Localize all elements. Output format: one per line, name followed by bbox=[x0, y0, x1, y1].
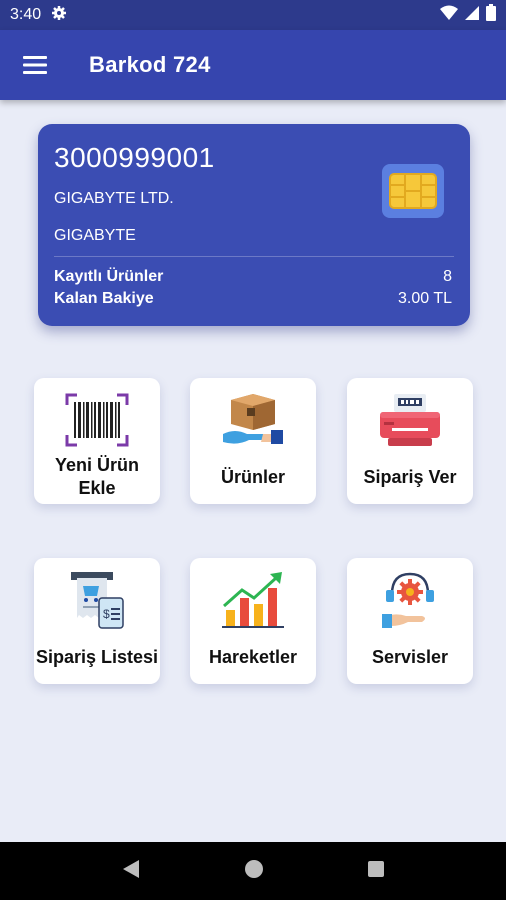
wifi-icon bbox=[440, 5, 458, 26]
balance-value: 3.00 TL bbox=[398, 290, 452, 307]
tile-place-order[interactable]: Sipariş Ver bbox=[347, 378, 473, 504]
recents-icon[interactable] bbox=[367, 860, 385, 883]
tile-services-label: Servisler bbox=[371, 646, 449, 667]
registered-products-label: Kayıtlı Ürünler bbox=[54, 268, 164, 285]
registered-products-value: 8 bbox=[443, 268, 452, 285]
system-nav-bar bbox=[0, 842, 506, 900]
tile-place-order-label: Sipariş Ver bbox=[363, 466, 457, 487]
account-number: 3000999001 bbox=[54, 142, 215, 173]
status-bar: 3:40 bbox=[0, 0, 506, 30]
tile-order-list[interactable]: $ Sipariş Listesi bbox=[34, 558, 160, 684]
tile-services[interactable]: Servisler bbox=[347, 558, 473, 684]
battery-icon bbox=[486, 4, 496, 26]
brand-name: GIGABYTE bbox=[54, 227, 136, 244]
status-time: 3:40 bbox=[10, 6, 42, 23]
receipt-cart-icon: $ bbox=[65, 570, 129, 630]
home-icon[interactable] bbox=[244, 859, 264, 884]
service-gear-icon bbox=[378, 570, 442, 630]
signal-icon bbox=[464, 5, 480, 26]
barcode-scan-icon bbox=[65, 390, 129, 450]
sim-chip-icon bbox=[382, 164, 444, 218]
box-in-hand-icon bbox=[221, 390, 285, 450]
hamburger-icon bbox=[23, 56, 47, 74]
back-icon[interactable] bbox=[121, 858, 141, 885]
settings-icon bbox=[51, 5, 67, 26]
registered-products-row: Kayıtlı Ürünler 8 bbox=[54, 268, 452, 286]
balance-row: Kalan Bakiye 3.00 TL bbox=[54, 290, 452, 308]
bar-chart-growth-icon bbox=[220, 570, 286, 630]
printer-icon bbox=[378, 390, 442, 450]
balance-label: Kalan Bakiye bbox=[54, 290, 154, 307]
company-name: GIGABYTE LTD. bbox=[54, 190, 174, 207]
svg-text:$: $ bbox=[103, 607, 110, 621]
tile-new-product[interactable]: Yeni Ürün Ekle bbox=[34, 378, 160, 504]
app-bar: Barkod 724 bbox=[0, 30, 506, 100]
menu-button[interactable] bbox=[0, 30, 70, 100]
tile-transactions-label: Hareketler bbox=[208, 646, 298, 667]
card-divider bbox=[54, 256, 454, 257]
tile-order-list-label: Sipariş Listesi bbox=[35, 646, 159, 667]
app-title: Barkod 724 bbox=[89, 52, 211, 77]
tile-products[interactable]: Ürünler bbox=[190, 378, 316, 504]
tile-products-label: Ürünler bbox=[220, 466, 285, 487]
account-card: 3000999001 GIGABYTE LTD. GIGABYTE Kayıtl… bbox=[38, 124, 470, 326]
tile-transactions[interactable]: Hareketler bbox=[190, 558, 316, 684]
tile-new-product-label: Yeni Ürün Ekle bbox=[54, 455, 139, 498]
